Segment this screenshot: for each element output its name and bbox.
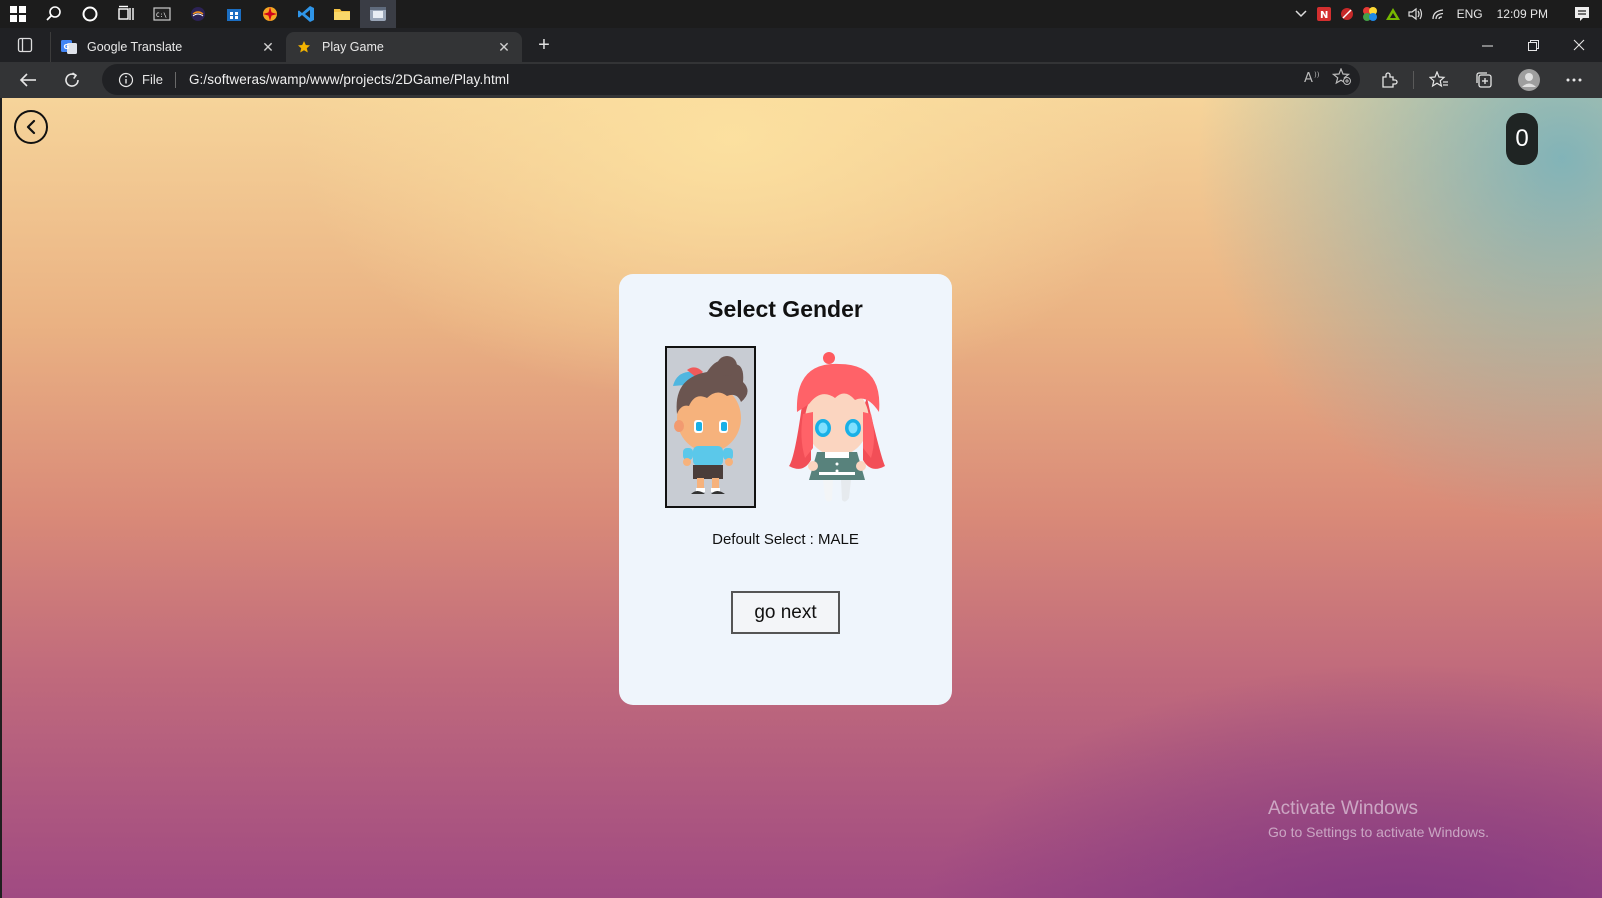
- back-button[interactable]: [14, 110, 48, 144]
- search-icon[interactable]: [36, 0, 72, 28]
- page-title: Select Gender: [708, 296, 863, 322]
- info-icon: [118, 72, 134, 87]
- svg-text:C:\: C:\: [156, 12, 167, 19]
- chevron-up-icon[interactable]: [1290, 0, 1313, 28]
- address-bar[interactable]: File G:/softweras/wamp/www/projects/2DGa…: [102, 64, 1360, 95]
- profile-avatar-icon[interactable]: [1506, 62, 1551, 98]
- edge-browser-icon[interactable]: [360, 0, 396, 28]
- add-favorite-icon[interactable]: [1331, 67, 1352, 91]
- svg-text:G: G: [64, 43, 70, 51]
- colorful-app-icon[interactable]: [1359, 0, 1382, 28]
- tab-play-game[interactable]: Play Game ✕: [286, 32, 522, 62]
- url-text[interactable]: G:/softweras/wamp/www/projects/2DGame/Pl…: [176, 72, 509, 87]
- site-info[interactable]: File: [118, 71, 176, 88]
- acrobat-icon[interactable]: N: [1313, 0, 1336, 28]
- read-aloud-icon[interactable]: A)): [1304, 69, 1322, 90]
- tab-google-translate[interactable]: G Google Translate ✕: [50, 32, 286, 62]
- notification-icon[interactable]: [1562, 0, 1602, 28]
- terminal-icon[interactable]: C:\: [144, 0, 180, 28]
- extensions-icon[interactable]: [1366, 62, 1411, 98]
- male-character-option[interactable]: [665, 346, 756, 508]
- address-bar-actions: A)): [1304, 64, 1352, 95]
- gender-select-card: Select Gender Defoult Select: MALE go n…: [619, 274, 952, 705]
- toolbar-right: [1366, 62, 1602, 98]
- collections-icon[interactable]: [1461, 62, 1506, 98]
- windows-start-icon[interactable]: [0, 0, 36, 28]
- svg-text:)): )): [1314, 71, 1320, 79]
- watermark-title: Activate Windows: [1268, 798, 1418, 819]
- activate-windows-watermark: Activate Windows Go to Settings to activ…: [1268, 798, 1489, 840]
- eclipse-icon[interactable]: [180, 0, 216, 28]
- windows-taskbar: C:\ N ENG 12:09 PM: [0, 0, 1602, 28]
- back-arrow-icon[interactable]: [6, 62, 50, 98]
- language-indicator[interactable]: ENG: [1451, 7, 1489, 21]
- tab-title: Google Translate: [87, 40, 183, 54]
- close-tab-icon[interactable]: ✕: [260, 39, 276, 55]
- page-viewport: 0 Select Gender Defoult Select: MALE go…: [2, 98, 1602, 898]
- minimize-icon[interactable]: [1464, 28, 1510, 62]
- boy-character-image: [673, 356, 748, 494]
- svg-text:N: N: [1320, 10, 1328, 21]
- girl-character-image: [789, 352, 885, 502]
- female-character-option[interactable]: [785, 348, 889, 506]
- restore-icon[interactable]: [1510, 28, 1556, 62]
- go-next-button[interactable]: go next: [731, 591, 840, 634]
- more-menu-icon[interactable]: [1551, 62, 1596, 98]
- vscode-icon[interactable]: [288, 0, 324, 28]
- store-icon[interactable]: [216, 0, 252, 28]
- browser-toolbar: File G:/softweras/wamp/www/projects/2DGa…: [0, 62, 1602, 98]
- watermark-subtitle: Go to Settings to activate Windows.: [1268, 824, 1489, 840]
- tab-title: Play Game: [322, 40, 384, 54]
- scheme-label: File: [142, 72, 163, 87]
- new-tab-button[interactable]: +: [528, 30, 560, 60]
- system-tray: N ENG 12:09 PM: [1290, 0, 1602, 28]
- tab-actions-icon[interactable]: [0, 28, 50, 62]
- app-orange-icon[interactable]: [252, 0, 288, 28]
- refresh-icon[interactable]: [50, 62, 94, 98]
- wifi-icon[interactable]: [1428, 0, 1451, 28]
- antivirus-icon[interactable]: [1336, 0, 1359, 28]
- cortana-icon[interactable]: [72, 0, 108, 28]
- close-tab-icon[interactable]: ✕: [496, 39, 512, 55]
- task-view-icon[interactable]: [108, 0, 144, 28]
- clock[interactable]: 12:09 PM: [1489, 7, 1562, 21]
- score-badge: 0: [1506, 113, 1538, 165]
- browser-tab-strip: G Google Translate ✕ Play Game ✕ +: [0, 28, 1602, 62]
- star-icon: [296, 39, 312, 55]
- chevron-left-icon: [26, 119, 36, 135]
- close-window-icon[interactable]: [1556, 28, 1602, 62]
- google-translate-icon: G: [61, 39, 77, 55]
- window-controls: [1464, 28, 1602, 62]
- file-explorer-icon[interactable]: [324, 0, 360, 28]
- favorites-icon[interactable]: [1416, 62, 1461, 98]
- volume-icon[interactable]: [1405, 0, 1428, 28]
- nvidia-icon[interactable]: [1382, 0, 1405, 28]
- default-selection-text: Defoult Select : MALE: [712, 531, 859, 548]
- svg-text:A: A: [1304, 71, 1313, 85]
